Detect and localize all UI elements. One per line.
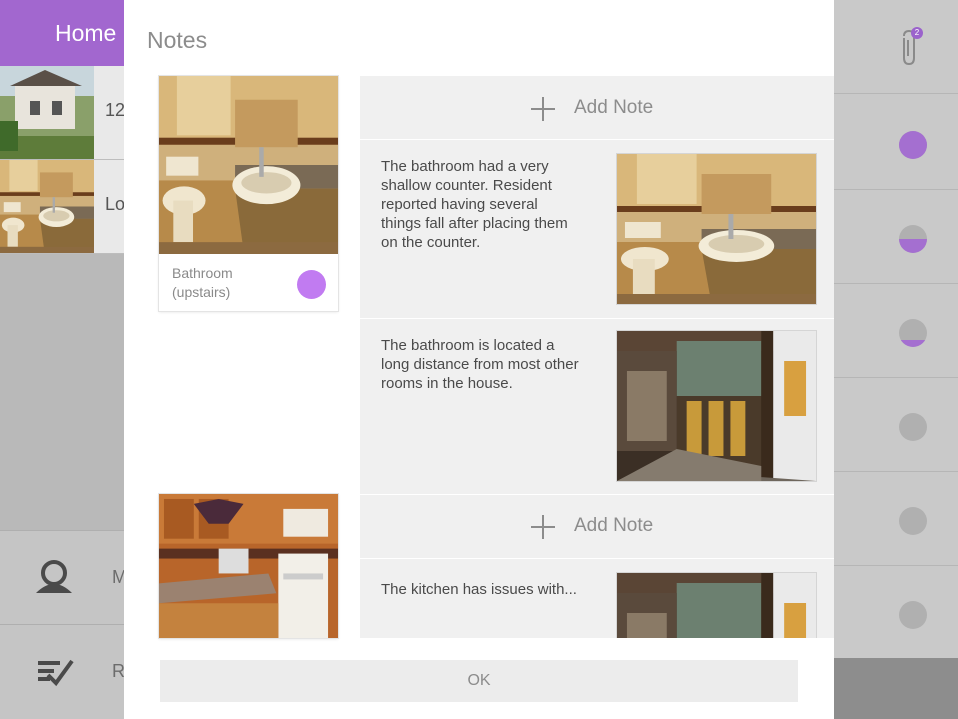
status-row[interactable] — [834, 566, 958, 660]
notes-modal: Notes Bathroom (upstairs) Add Note The b… — [124, 0, 834, 719]
add-note-button[interactable]: Add Note — [360, 495, 834, 559]
status-indicator — [899, 319, 927, 347]
kitchen-photo — [159, 494, 338, 638]
hallway-photo[interactable] — [616, 572, 817, 638]
note-text: The bathroom had a very shallow counter.… — [381, 158, 568, 251]
property-list: 12 Lo — [0, 66, 126, 254]
status-row[interactable] — [834, 284, 958, 378]
background-area — [0, 254, 124, 530]
status-indicator — [899, 131, 927, 159]
house-thumbnail — [0, 66, 94, 159]
status-row[interactable] — [834, 96, 958, 190]
status-column — [834, 0, 958, 719]
bathroom-thumbnail — [0, 160, 94, 253]
hallway-photo[interactable] — [616, 330, 817, 482]
status-row[interactable] — [834, 190, 958, 284]
ok-button[interactable]: OK — [160, 660, 798, 702]
checklist-icon — [38, 659, 74, 687]
note-item[interactable]: The kitchen has issues with... — [360, 560, 834, 638]
list-item-label: Lo — [105, 194, 126, 214]
status-indicator — [899, 507, 927, 535]
status-fill — [899, 340, 927, 347]
status-row[interactable] — [834, 472, 958, 566]
menu-item[interactable]: M — [0, 530, 127, 624]
status-indicator — [899, 225, 927, 253]
status-indicator — [899, 413, 927, 441]
note-item[interactable]: The bathroom is located a long distance … — [360, 320, 834, 495]
room-status-indicator — [297, 270, 326, 299]
bottom-menu: M R — [0, 530, 127, 719]
add-note-label: Add Note — [574, 97, 654, 118]
list-item[interactable]: 12 — [0, 66, 126, 160]
menu-item[interactable]: R — [0, 624, 125, 718]
bathroom-photo[interactable] — [616, 153, 817, 305]
bottom-bar — [834, 658, 958, 719]
app-header: Home — [0, 0, 124, 66]
status-indicator — [899, 601, 927, 629]
status-fill — [899, 239, 927, 253]
attachments-badge: 2 — [911, 27, 923, 39]
room-label: Bathroom (upstairs) — [172, 265, 233, 300]
note-item[interactable]: The bathroom had a very shallow counter.… — [360, 141, 834, 319]
notes-list[interactable]: Add Note The bathroom had a very shallow… — [360, 76, 834, 638]
plus-icon — [531, 515, 555, 539]
list-item[interactable]: Lo — [0, 160, 126, 254]
attachments-row[interactable] — [834, 0, 958, 94]
bathroom-photo — [159, 76, 338, 254]
status-fill — [899, 131, 927, 159]
room-card[interactable] — [159, 494, 338, 638]
add-note-button[interactable]: Add Note — [360, 76, 834, 140]
modal-title: Notes — [147, 27, 208, 53]
plus-icon — [531, 97, 555, 121]
room-card[interactable]: Bathroom (upstairs) — [159, 76, 338, 311]
list-item-label: 12 — [105, 100, 126, 120]
note-text: The bathroom is located a long distance … — [381, 337, 579, 392]
add-note-label: Add Note — [574, 515, 654, 536]
note-text: The kitchen has issues with... — [381, 581, 577, 598]
header-title: Home — [55, 20, 117, 46]
user-icon — [36, 560, 72, 593]
status-row[interactable] — [834, 378, 958, 472]
